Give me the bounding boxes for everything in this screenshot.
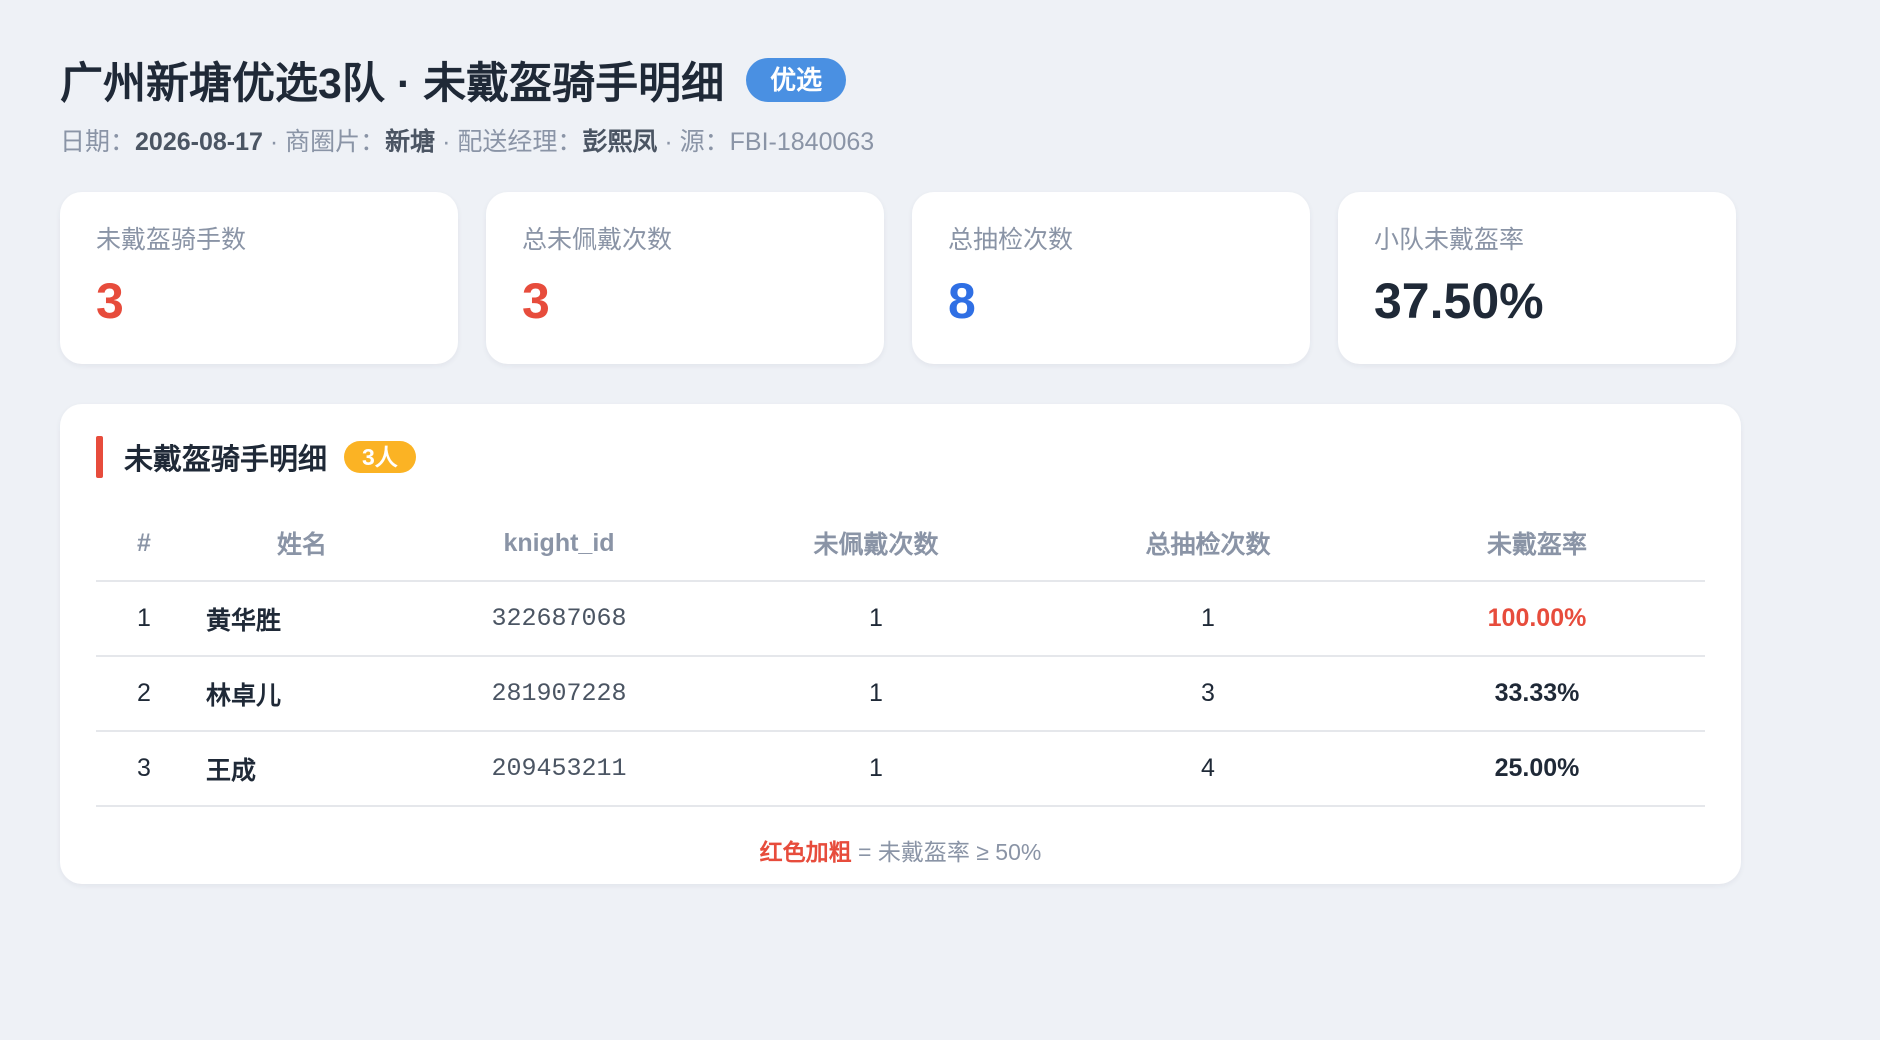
source-label: 源：	[679, 128, 730, 156]
column-header-miss-count: 未佩戴次数	[705, 506, 1047, 582]
manager-label: 配送经理：	[457, 128, 583, 156]
cell-name: 王成	[192, 731, 413, 807]
column-header-total-checks: 总抽检次数	[1047, 506, 1369, 582]
cell-knight-id: 209453211	[413, 731, 705, 807]
kpi-value: 3	[522, 273, 550, 329]
page: 广州新塘优选3队 · 未戴盔骑手明细 优选 日期：2026-08-17 · 商圈…	[60, 52, 1741, 884]
kpi-card-total-checks: 总抽检次数 8	[912, 192, 1310, 364]
table-header-row: # 姓名 knight_id 未佩戴次数 总抽检次数 未戴盔率	[96, 506, 1705, 582]
table-row: 3 王成 209453211 1 4 25.00%	[96, 731, 1705, 807]
cell-miss-count: 1	[705, 581, 1047, 657]
section-title: 未戴盔骑手明细	[124, 444, 328, 476]
column-header-rate: 未戴盔率	[1369, 506, 1705, 582]
cell-total-checks: 1	[1047, 581, 1369, 657]
cell-total-checks: 4	[1047, 731, 1369, 807]
footnote-text: = 未戴盔率 ≥ 50%	[851, 839, 1042, 865]
cell-index: 1	[96, 581, 192, 657]
legend-footnote: 红色加粗 = 未戴盔率 ≥ 50%	[96, 833, 1705, 867]
meta-separator: ·	[657, 128, 680, 156]
detail-table: # 姓名 knight_id 未佩戴次数 总抽检次数 未戴盔率 1 黄华胜 32…	[96, 506, 1705, 807]
cell-name: 黄华胜	[192, 581, 413, 657]
cell-rate: 100.00%	[1369, 581, 1705, 657]
cell-rate: 33.33%	[1369, 656, 1705, 732]
meta-line: 日期：2026-08-17 · 商圈片：新塘 · 配送经理：彭熙凤 · 源：FB…	[60, 124, 1741, 160]
kpi-card-unhelmeted-riders: 未戴盔骑手数 3	[60, 192, 458, 364]
area-label: 商圈片：	[285, 128, 386, 156]
kpi-value: 8	[948, 273, 976, 329]
table-row: 1 黄华胜 322687068 1 1 100.00%	[96, 581, 1705, 657]
kpi-value: 37.50%	[1374, 273, 1544, 329]
date-value: 2026-08-17	[135, 128, 263, 156]
manager-value: 彭熙凤	[582, 128, 658, 156]
column-header-name: 姓名	[192, 506, 413, 582]
area-value: 新塘	[385, 128, 436, 156]
kpi-card-total-misses: 总未佩戴次数 3	[486, 192, 884, 364]
cell-knight-id: 322687068	[413, 581, 705, 657]
cell-total-checks: 3	[1047, 656, 1369, 732]
kpi-label: 总抽检次数	[948, 226, 1074, 254]
cell-knight-id: 281907228	[413, 656, 705, 732]
cell-name: 林卓儿	[192, 656, 413, 732]
category-tag: 优选	[746, 58, 847, 102]
cell-miss-count: 1	[705, 731, 1047, 807]
detail-card: 未戴盔骑手明细 3人 # 姓名 knight_id 未佩戴次数 总抽检次数 未戴…	[60, 404, 1741, 884]
meta-separator: ·	[262, 128, 286, 156]
meta-separator: ·	[435, 128, 458, 156]
kpi-card-team-rate: 小队未戴盔率 37.50%	[1338, 192, 1736, 364]
cell-rate: 25.00%	[1369, 731, 1705, 807]
kpi-label: 小队未戴盔率	[1374, 226, 1525, 254]
count-badge: 3人	[344, 441, 416, 473]
footnote-highlight: 红色加粗	[759, 839, 852, 865]
column-header-index: #	[96, 506, 192, 582]
date-label: 日期：	[60, 128, 136, 156]
kpi-row: 未戴盔骑手数 3 总未佩戴次数 3 总抽检次数 8 小队未戴盔率 37.50%	[60, 192, 1741, 364]
source-value: FBI-1840063	[729, 128, 875, 156]
section-header: 未戴盔骑手明细 3人	[96, 436, 1705, 478]
cell-miss-count: 1	[705, 656, 1047, 732]
cell-index: 2	[96, 656, 192, 732]
kpi-label: 未戴盔骑手数	[96, 226, 247, 254]
kpi-label: 总未佩戴次数	[522, 226, 673, 254]
kpi-value: 3	[96, 273, 124, 329]
page-title: 广州新塘优选3队 · 未戴盔骑手明细	[60, 60, 725, 108]
cell-index: 3	[96, 731, 192, 807]
header: 广州新塘优选3队 · 未戴盔骑手明细 优选	[60, 52, 1741, 108]
section-accent-bar	[96, 436, 103, 478]
column-header-knight-id: knight_id	[413, 506, 705, 582]
table-row: 2 林卓儿 281907228 1 3 33.33%	[96, 656, 1705, 732]
